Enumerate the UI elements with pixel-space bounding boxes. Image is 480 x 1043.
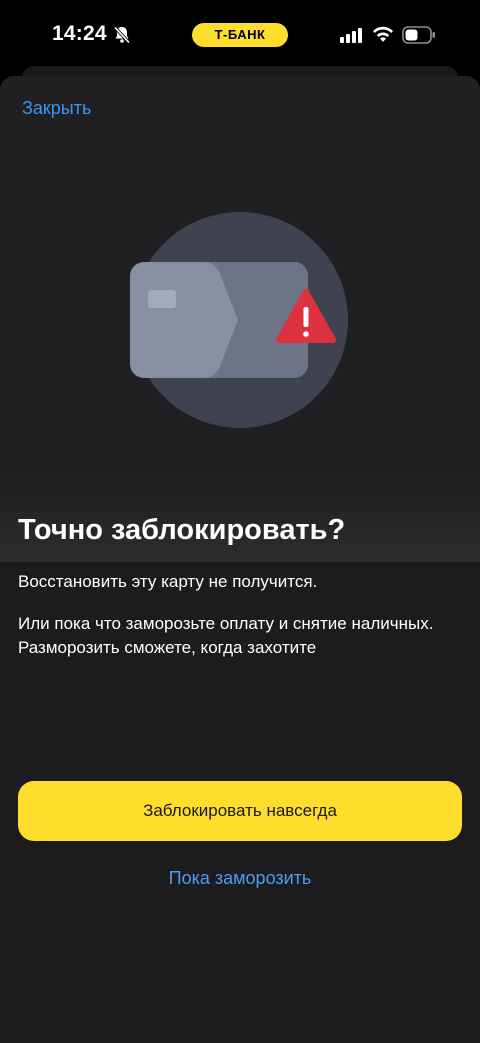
bell-slash-icon (113, 26, 131, 44)
status-time: 14:24 (52, 22, 107, 45)
signal-icon (340, 28, 362, 43)
hero-area: Закрыть (0, 76, 480, 562)
freeze-suggestion-text: Или пока что заморозьте оплату и снятие … (18, 614, 434, 657)
wifi-icon (373, 26, 393, 42)
page-title: Точно заблокировать? (18, 514, 346, 546)
close-button[interactable]: Закрыть (22, 98, 91, 119)
bank-badge: Т-БАНК (192, 23, 288, 47)
status-bar: 14:24 Т-БАНК (0, 0, 480, 70)
block-card-sheet: Закрыть (0, 76, 480, 1043)
warning-text: Восстановить эту карту не получится. (18, 572, 318, 591)
freeze-button[interactable]: Пока заморозить (0, 868, 480, 889)
battery-icon (402, 26, 435, 44)
block-forever-button[interactable]: Заблокировать навсегда (18, 781, 462, 841)
blocked-card-warning-icon (130, 212, 348, 428)
